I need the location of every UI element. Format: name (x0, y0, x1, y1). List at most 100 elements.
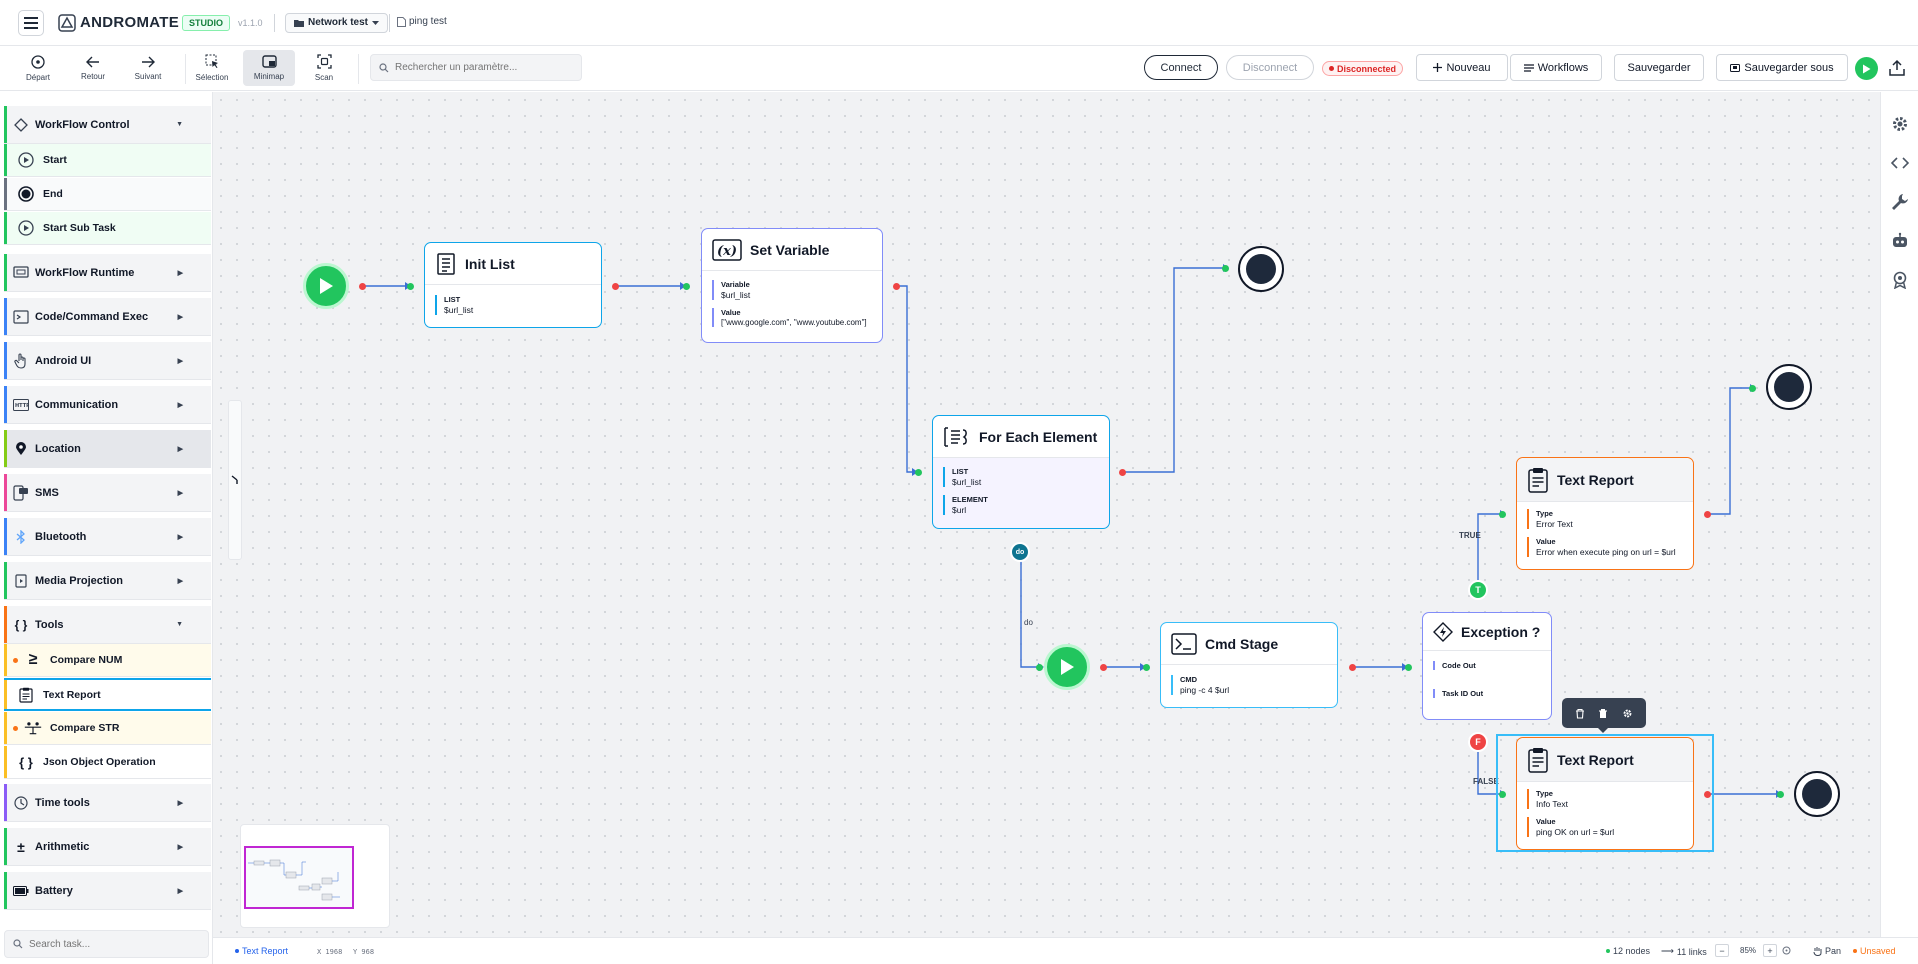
minimap-viewport[interactable] (244, 846, 354, 909)
plus-icon: + (1767, 945, 1773, 956)
output-port[interactable] (1704, 511, 1711, 518)
end-node[interactable] (1238, 246, 1284, 292)
node-exception[interactable]: Exception ? Code Out Task ID Out (1422, 612, 1552, 720)
cursor-x: X 1968 (317, 948, 343, 956)
node-title: Cmd Stage (1205, 635, 1279, 652)
end-node[interactable] (1794, 771, 1840, 817)
field-key: ELEMENT (952, 495, 988, 504)
start-node[interactable] (1044, 644, 1090, 690)
node-field-value: Value ping OK on url = $url (1527, 817, 1614, 837)
node-header: Text Report (1517, 458, 1693, 502)
node-header: Text Report (1517, 738, 1693, 782)
end-node[interactable] (1766, 364, 1812, 410)
true-port-badge[interactable]: T (1468, 580, 1488, 600)
node-output-code: Code Out (1433, 661, 1476, 670)
node-text-report-info[interactable]: Text Report Type Info Text Value ping OK… (1516, 737, 1694, 850)
input-port[interactable] (1499, 511, 1506, 518)
output-port[interactable] (893, 283, 900, 290)
play-icon (320, 278, 333, 294)
node-header: (x) Set Variable (702, 229, 882, 271)
input-port[interactable] (1499, 791, 1506, 798)
field-value: Info Text (1536, 799, 1568, 809)
output-port[interactable] (359, 283, 366, 290)
node-cmd-stage[interactable]: Cmd Stage CMD ping -c 4 $url (1160, 622, 1338, 708)
pan-mode[interactable]: Pan (1813, 946, 1841, 956)
node-output-task-id: Task ID Out (1433, 689, 1483, 698)
output-port[interactable] (1100, 664, 1107, 671)
field-value: Error when execute ping on url = $url (1536, 547, 1676, 557)
clipboard-icon (1528, 747, 1548, 773)
output-port[interactable] (1704, 791, 1711, 798)
code-icon (1891, 157, 1909, 169)
field-value: ["www.google.com", "www.youtube.com"] (721, 318, 867, 327)
edge-foreach-end1 (1122, 267, 1223, 473)
node-field-type: Type Info Text (1527, 789, 1568, 809)
variable-icon: (x) (712, 238, 742, 261)
loop-list-icon (944, 426, 967, 447)
node-header: For Each Element (933, 416, 1109, 458)
play-icon (1061, 659, 1074, 675)
wrench-icon (1892, 194, 1908, 210)
node-field-list: LIST $url_list (943, 467, 981, 487)
input-port[interactable] (407, 283, 414, 290)
input-port[interactable] (1405, 664, 1412, 671)
input-port[interactable] (1777, 791, 1784, 798)
false-port-badge[interactable]: F (1468, 732, 1488, 752)
input-port[interactable] (683, 283, 690, 290)
edge-label-false: FALSE (1473, 777, 1499, 786)
field-key: Variable (721, 280, 750, 289)
fit-view-button[interactable] (1782, 946, 1791, 955)
node-field-type: Type Error Text (1527, 509, 1573, 529)
clipboard-icon (1528, 467, 1548, 493)
trash-icon[interactable] (1575, 708, 1585, 719)
node-title: Text Report (1557, 471, 1634, 488)
field-key: Value (721, 308, 741, 317)
field-key: Type (1536, 509, 1553, 518)
output-port[interactable] (612, 283, 619, 290)
input-port[interactable] (1036, 664, 1043, 671)
zoom-in-button[interactable]: + (1763, 944, 1777, 957)
unsaved-text: Unsaved (1860, 946, 1896, 956)
link-count-text: 11 links (1676, 946, 1707, 957)
edge-exception-true (1477, 513, 1500, 590)
edge-error-end2 (1708, 387, 1750, 515)
node-init-list[interactable]: Init List LIST $url_list (424, 242, 602, 328)
zoom-out-button[interactable]: − (1715, 944, 1729, 957)
minimap[interactable] (240, 824, 390, 928)
list-icon (437, 252, 455, 275)
svg-text:(x): (x) (717, 244, 737, 259)
badge-panel-button[interactable] (1890, 270, 1910, 290)
edge-foreach-do (1020, 556, 1038, 668)
do-port-badge[interactable]: do (1010, 542, 1030, 562)
field-key: LIST (444, 295, 461, 304)
node-text-report-error[interactable]: Text Report Type Error Text Value Error … (1516, 457, 1694, 570)
edge-label-do: do (1024, 618, 1033, 627)
start-node[interactable] (303, 263, 349, 309)
tools-panel-button[interactable] (1890, 192, 1910, 212)
status-dot (235, 949, 239, 953)
minus-icon: − (1719, 945, 1725, 956)
output-port[interactable] (1349, 664, 1356, 671)
robot-panel-button[interactable] (1890, 231, 1910, 251)
settings-panel-button[interactable] (1890, 114, 1910, 134)
gear-icon (1893, 117, 1907, 131)
input-port[interactable] (1143, 664, 1150, 671)
output-label: Code Out (1442, 661, 1476, 670)
node-for-each-element[interactable]: For Each Element LIST $url_list ELEMENT … (932, 415, 1110, 529)
input-port[interactable] (1749, 385, 1756, 392)
field-value: $url_list (952, 477, 982, 487)
fit-view-icon (1782, 946, 1791, 955)
status-dot (1853, 949, 1857, 953)
output-port[interactable] (1119, 469, 1126, 476)
field-value: ping -c 4 $url (1180, 685, 1230, 695)
edge-label-true: TRUE (1459, 531, 1481, 540)
node-field-value: Value ["www.google.com", "www.youtube.co… (712, 308, 867, 327)
input-port[interactable] (1222, 265, 1229, 272)
gear-icon[interactable] (1622, 708, 1633, 719)
terminal-icon (1171, 632, 1197, 655)
delete-icon[interactable] (1598, 708, 1608, 719)
node-set-variable[interactable]: (x) Set Variable Variable $url_list Valu… (701, 228, 883, 343)
input-port[interactable] (915, 469, 922, 476)
field-value: $url_list (444, 305, 474, 315)
code-panel-button[interactable] (1890, 153, 1910, 173)
